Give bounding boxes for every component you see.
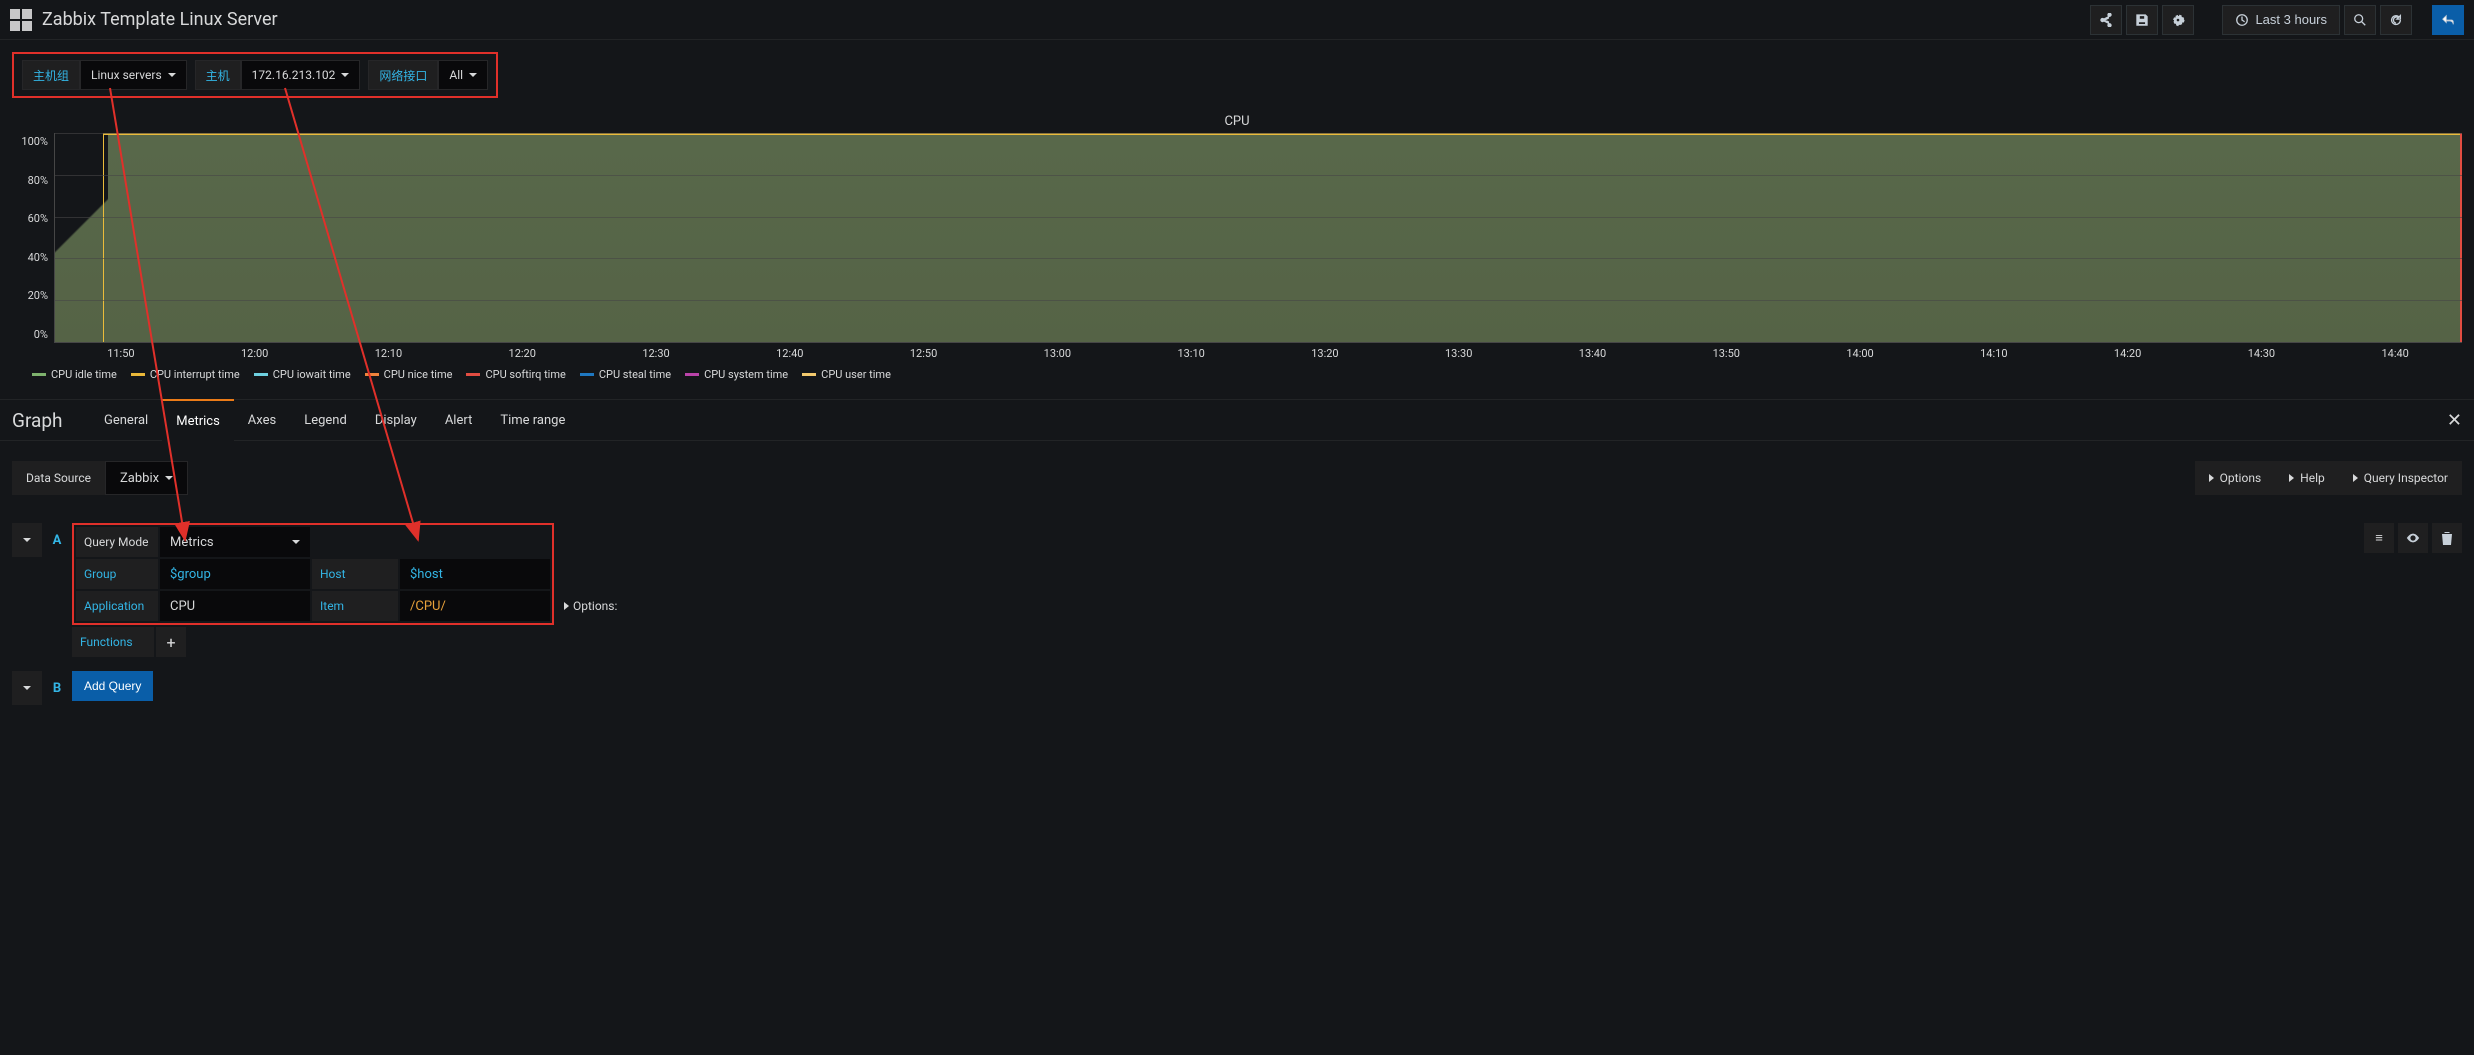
- tab-axes[interactable]: Axes: [234, 399, 290, 441]
- tab-general[interactable]: General: [90, 399, 162, 441]
- time-range-label: Last 3 hours: [2255, 12, 2327, 27]
- tab-legend[interactable]: Legend: [290, 399, 361, 441]
- legend-item[interactable]: CPU softirq time: [466, 368, 565, 381]
- panel-type-label[interactable]: Graph: [12, 409, 90, 432]
- query-options-toggle[interactable]: Options:: [564, 589, 617, 623]
- datasource-select[interactable]: Zabbix: [105, 461, 188, 495]
- chevron-down-icon: [469, 73, 477, 77]
- legend-swatch: [685, 373, 699, 376]
- panel-title[interactable]: CPU: [12, 110, 2462, 133]
- legend-label: CPU user time: [821, 368, 891, 381]
- time-picker[interactable]: Last 3 hours: [2222, 5, 2340, 35]
- var-host-label: 主机: [195, 60, 241, 90]
- query-functions-label: Functions: [72, 627, 154, 657]
- ds-help-button[interactable]: Help: [2275, 461, 2339, 495]
- query-menu-icon[interactable]: ≡: [2364, 523, 2394, 553]
- tab-alert[interactable]: Alert: [431, 399, 487, 441]
- settings-button[interactable]: [2162, 5, 2194, 35]
- tab-time-range[interactable]: Time range: [486, 399, 579, 441]
- query-b-toggle[interactable]: [12, 671, 42, 705]
- chart-y-axis: 100% 80% 60% 40% 20% 0%: [12, 133, 54, 343]
- query-host-value[interactable]: $host: [400, 559, 550, 589]
- query-delete-icon[interactable]: [2432, 523, 2462, 553]
- legend-label: CPU iowait time: [273, 368, 351, 381]
- share-button[interactable]: [2090, 5, 2122, 35]
- legend-swatch: [365, 373, 379, 376]
- query-group-label: Group: [76, 559, 158, 589]
- query-a-letter[interactable]: A: [48, 523, 66, 557]
- tab-display[interactable]: Display: [361, 399, 431, 441]
- chevron-down-icon: [292, 540, 300, 544]
- back-button[interactable]: [2432, 5, 2464, 35]
- legend-label: CPU system time: [704, 368, 788, 381]
- cpu-panel: CPU 100% 80% 60% 40% 20% 0% 11:5012:00 1…: [0, 110, 2474, 399]
- refresh-button[interactable]: [2380, 5, 2412, 35]
- legend-swatch: [254, 373, 268, 376]
- ds-query-inspector-button[interactable]: Query Inspector: [2339, 461, 2462, 495]
- query-mode-select[interactable]: Metrics: [160, 527, 310, 557]
- ds-options-button[interactable]: Options: [2195, 461, 2276, 495]
- query-application-label: Application: [76, 591, 158, 621]
- legend-swatch: [802, 373, 816, 376]
- var-group-label: 主机组: [22, 60, 80, 90]
- var-iface-label: 网络接口: [368, 60, 438, 90]
- legend-label: CPU nice time: [384, 368, 453, 381]
- add-query-button[interactable]: Add Query: [72, 671, 153, 701]
- legend-item[interactable]: CPU interrupt time: [131, 368, 240, 381]
- legend-item[interactable]: CPU system time: [685, 368, 788, 381]
- query-application-value[interactable]: CPU: [160, 591, 310, 621]
- legend-swatch: [580, 373, 594, 376]
- chevron-down-icon: [341, 73, 349, 77]
- panel-editor-tabs: Graph GeneralMetricsAxesLegendDisplayAle…: [0, 399, 2474, 441]
- legend-swatch: [466, 373, 480, 376]
- legend-item[interactable]: CPU nice time: [365, 368, 453, 381]
- var-iface-value[interactable]: All: [438, 60, 488, 90]
- legend-label: CPU idle time: [51, 368, 117, 381]
- chart-plot[interactable]: [54, 133, 2462, 343]
- query-mode-label: Query Mode: [76, 527, 158, 557]
- query-item-label: Item: [312, 591, 398, 621]
- chevron-down-icon: [165, 476, 173, 480]
- query-a-toggle[interactable]: [12, 523, 42, 557]
- zoom-out-button[interactable]: [2344, 5, 2376, 35]
- var-host-value[interactable]: 172.16.213.102: [241, 60, 361, 90]
- chart-x-axis: 11:5012:00 12:1012:20 12:3012:40 12:5013…: [54, 343, 2462, 360]
- legend-item[interactable]: CPU user time: [802, 368, 891, 381]
- legend-swatch: [32, 373, 46, 376]
- query-group-value[interactable]: $group: [160, 559, 310, 589]
- legend-label: CPU interrupt time: [150, 368, 240, 381]
- legend-item[interactable]: CPU steal time: [580, 368, 671, 381]
- legend-item[interactable]: CPU iowait time: [254, 368, 351, 381]
- save-button[interactable]: [2126, 5, 2158, 35]
- add-function-button[interactable]: +: [156, 627, 186, 657]
- query-toggle-visibility-icon[interactable]: [2398, 523, 2428, 553]
- legend-label: CPU softirq time: [485, 368, 565, 381]
- legend-swatch: [131, 373, 145, 376]
- dashboard-title[interactable]: Zabbix Template Linux Server: [42, 9, 278, 30]
- datasource-label: Data Source: [12, 461, 105, 495]
- chart-legend: CPU idle time CPU interrupt time CPU iowai…: [32, 360, 2462, 389]
- legend-item[interactable]: CPU idle time: [32, 368, 117, 381]
- tab-metrics[interactable]: Metrics: [162, 399, 234, 441]
- close-icon[interactable]: ✕: [2447, 410, 2462, 431]
- query-host-label: Host: [312, 559, 398, 589]
- dashboard-icon[interactable]: [10, 9, 32, 31]
- legend-label: CPU steal time: [599, 368, 671, 381]
- template-variables: 主机组 Linux servers 主机 172.16.213.102 网络接口…: [12, 52, 498, 98]
- chevron-down-icon: [168, 73, 176, 77]
- query-item-value[interactable]: /CPU/: [400, 591, 550, 621]
- var-group-value[interactable]: Linux servers: [80, 60, 187, 90]
- query-b-letter[interactable]: B: [48, 671, 66, 705]
- query-a-editor: Query Mode Metrics Group $group Host $ho…: [72, 523, 554, 625]
